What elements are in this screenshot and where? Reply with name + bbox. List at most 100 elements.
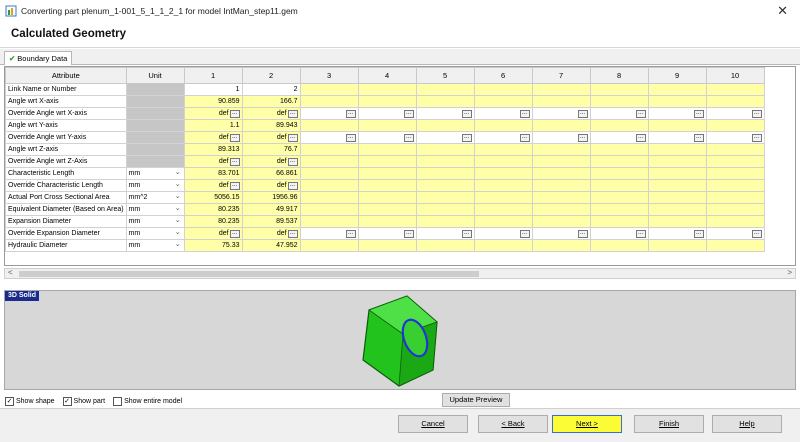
value-cell[interactable] <box>473 143 533 156</box>
ellipsis-button[interactable]: ... <box>229 181 240 190</box>
value-cell[interactable] <box>473 179 533 192</box>
value-cell[interactable] <box>357 95 417 108</box>
ellipsis-button[interactable]: ... <box>693 109 704 118</box>
value-cell[interactable] <box>531 203 591 216</box>
ellipsis-button[interactable]: ... <box>345 133 356 142</box>
value-cell[interactable]: ... <box>357 131 417 144</box>
show-shape-option[interactable]: ✓ Show shape <box>5 396 55 406</box>
value-cell[interactable]: ... <box>415 131 475 144</box>
value-cell[interactable]: ... <box>705 131 765 144</box>
ellipsis-button[interactable]: ... <box>287 133 298 142</box>
value-cell[interactable] <box>357 239 417 252</box>
value-cell[interactable]: 1.1 <box>183 119 243 132</box>
close-icon[interactable]: ✕ <box>777 3 788 19</box>
value-cell[interactable] <box>589 203 649 216</box>
scroll-left-icon[interactable]: < <box>8 268 13 277</box>
horizontal-scrollbar[interactable]: < > <box>4 268 796 279</box>
ellipsis-button[interactable]: ... <box>287 157 298 166</box>
ellipsis-button[interactable]: ... <box>693 229 704 238</box>
show-entire-model-checkbox[interactable] <box>113 396 123 406</box>
value-cell[interactable] <box>299 191 359 204</box>
unit-select[interactable]: mm ⌄ <box>125 203 185 216</box>
value-cell[interactable] <box>647 239 707 252</box>
ellipsis-button[interactable]: ... <box>403 229 414 238</box>
value-cell[interactable] <box>357 155 417 168</box>
value-cell[interactable] <box>357 179 417 192</box>
value-cell[interactable] <box>473 203 533 216</box>
value-cell[interactable]: 89.537 <box>241 215 301 228</box>
ellipsis-button[interactable]: ... <box>577 133 588 142</box>
chevron-down-icon[interactable]: ⌄ <box>175 193 181 200</box>
value-cell[interactable]: ... <box>415 227 475 240</box>
value-cell[interactable] <box>357 167 417 180</box>
value-cell[interactable] <box>705 167 765 180</box>
value-cell[interactable] <box>473 119 533 132</box>
value-cell[interactable]: ... <box>589 107 649 120</box>
show-part-option[interactable]: ✓ Show part <box>62 396 105 406</box>
scroll-right-icon[interactable]: > <box>787 268 792 277</box>
column-header-3[interactable]: 3 <box>299 67 359 84</box>
value-cell[interactable] <box>531 239 591 252</box>
value-cell[interactable] <box>589 179 649 192</box>
ellipsis-button[interactable]: ... <box>287 181 298 190</box>
value-cell[interactable]: ... <box>473 131 533 144</box>
value-cell[interactable] <box>647 155 707 168</box>
value-cell[interactable] <box>299 239 359 252</box>
ellipsis-button[interactable]: ... <box>519 229 530 238</box>
value-cell[interactable] <box>647 95 707 108</box>
column-header-4[interactable]: 4 <box>357 67 417 84</box>
value-cell[interactable] <box>705 191 765 204</box>
value-cell[interactable] <box>589 191 649 204</box>
ellipsis-button[interactable]: ... <box>751 229 762 238</box>
value-cell[interactable]: 75.33 <box>183 239 243 252</box>
value-cell[interactable] <box>415 95 475 108</box>
value-cell[interactable]: ... <box>299 107 359 120</box>
ellipsis-button[interactable]: ... <box>287 109 298 118</box>
ellipsis-button[interactable]: ... <box>577 109 588 118</box>
value-cell[interactable] <box>415 191 475 204</box>
ellipsis-button[interactable]: ... <box>229 229 240 238</box>
unit-select[interactable]: mm ⌄ <box>125 179 185 192</box>
value-cell[interactable] <box>473 83 533 96</box>
value-cell[interactable] <box>589 239 649 252</box>
value-cell[interactable]: ... <box>531 107 591 120</box>
override-cell[interactable]: def... <box>183 227 243 240</box>
value-cell[interactable]: ... <box>705 107 765 120</box>
value-cell[interactable]: ... <box>647 227 707 240</box>
value-cell[interactable] <box>299 95 359 108</box>
show-shape-checkbox[interactable]: ✓ <box>5 396 14 406</box>
column-header-attribute[interactable]: Attribute <box>5 67 127 84</box>
chevron-down-icon[interactable]: ⌄ <box>175 229 181 236</box>
value-cell[interactable]: ... <box>531 131 591 144</box>
value-cell[interactable] <box>531 143 591 156</box>
ellipsis-button[interactable]: ... <box>403 109 414 118</box>
ellipsis-button[interactable]: ... <box>461 133 472 142</box>
value-cell[interactable] <box>357 191 417 204</box>
override-cell[interactable]: def... <box>183 179 243 192</box>
value-cell[interactable]: 49.917 <box>241 203 301 216</box>
ellipsis-button[interactable]: ... <box>519 109 530 118</box>
chevron-down-icon[interactable]: ⌄ <box>175 181 181 188</box>
unit-select[interactable]: mm ⌄ <box>125 239 185 252</box>
override-cell[interactable]: def... <box>241 179 301 192</box>
value-cell[interactable] <box>415 167 475 180</box>
value-cell[interactable] <box>473 215 533 228</box>
value-cell[interactable] <box>473 239 533 252</box>
value-cell[interactable]: ... <box>531 227 591 240</box>
value-cell[interactable]: 1956.96 <box>241 191 301 204</box>
value-cell[interactable] <box>589 215 649 228</box>
value-cell[interactable]: 89.943 <box>241 119 301 132</box>
value-cell[interactable] <box>705 203 765 216</box>
value-cell[interactable] <box>705 83 765 96</box>
value-cell[interactable]: ... <box>589 131 649 144</box>
value-cell[interactable] <box>299 119 359 132</box>
value-cell[interactable]: 66.861 <box>241 167 301 180</box>
value-cell[interactable] <box>299 83 359 96</box>
show-entire-model-option[interactable]: Show entire model <box>113 396 182 406</box>
value-cell[interactable]: 2 <box>241 83 301 96</box>
chevron-down-icon[interactable]: ⌄ <box>175 169 181 176</box>
value-cell[interactable]: 89.313 <box>183 143 243 156</box>
column-header-2[interactable]: 2 <box>241 67 301 84</box>
ellipsis-button[interactable]: ... <box>345 109 356 118</box>
column-header-1[interactable]: 1 <box>183 67 243 84</box>
